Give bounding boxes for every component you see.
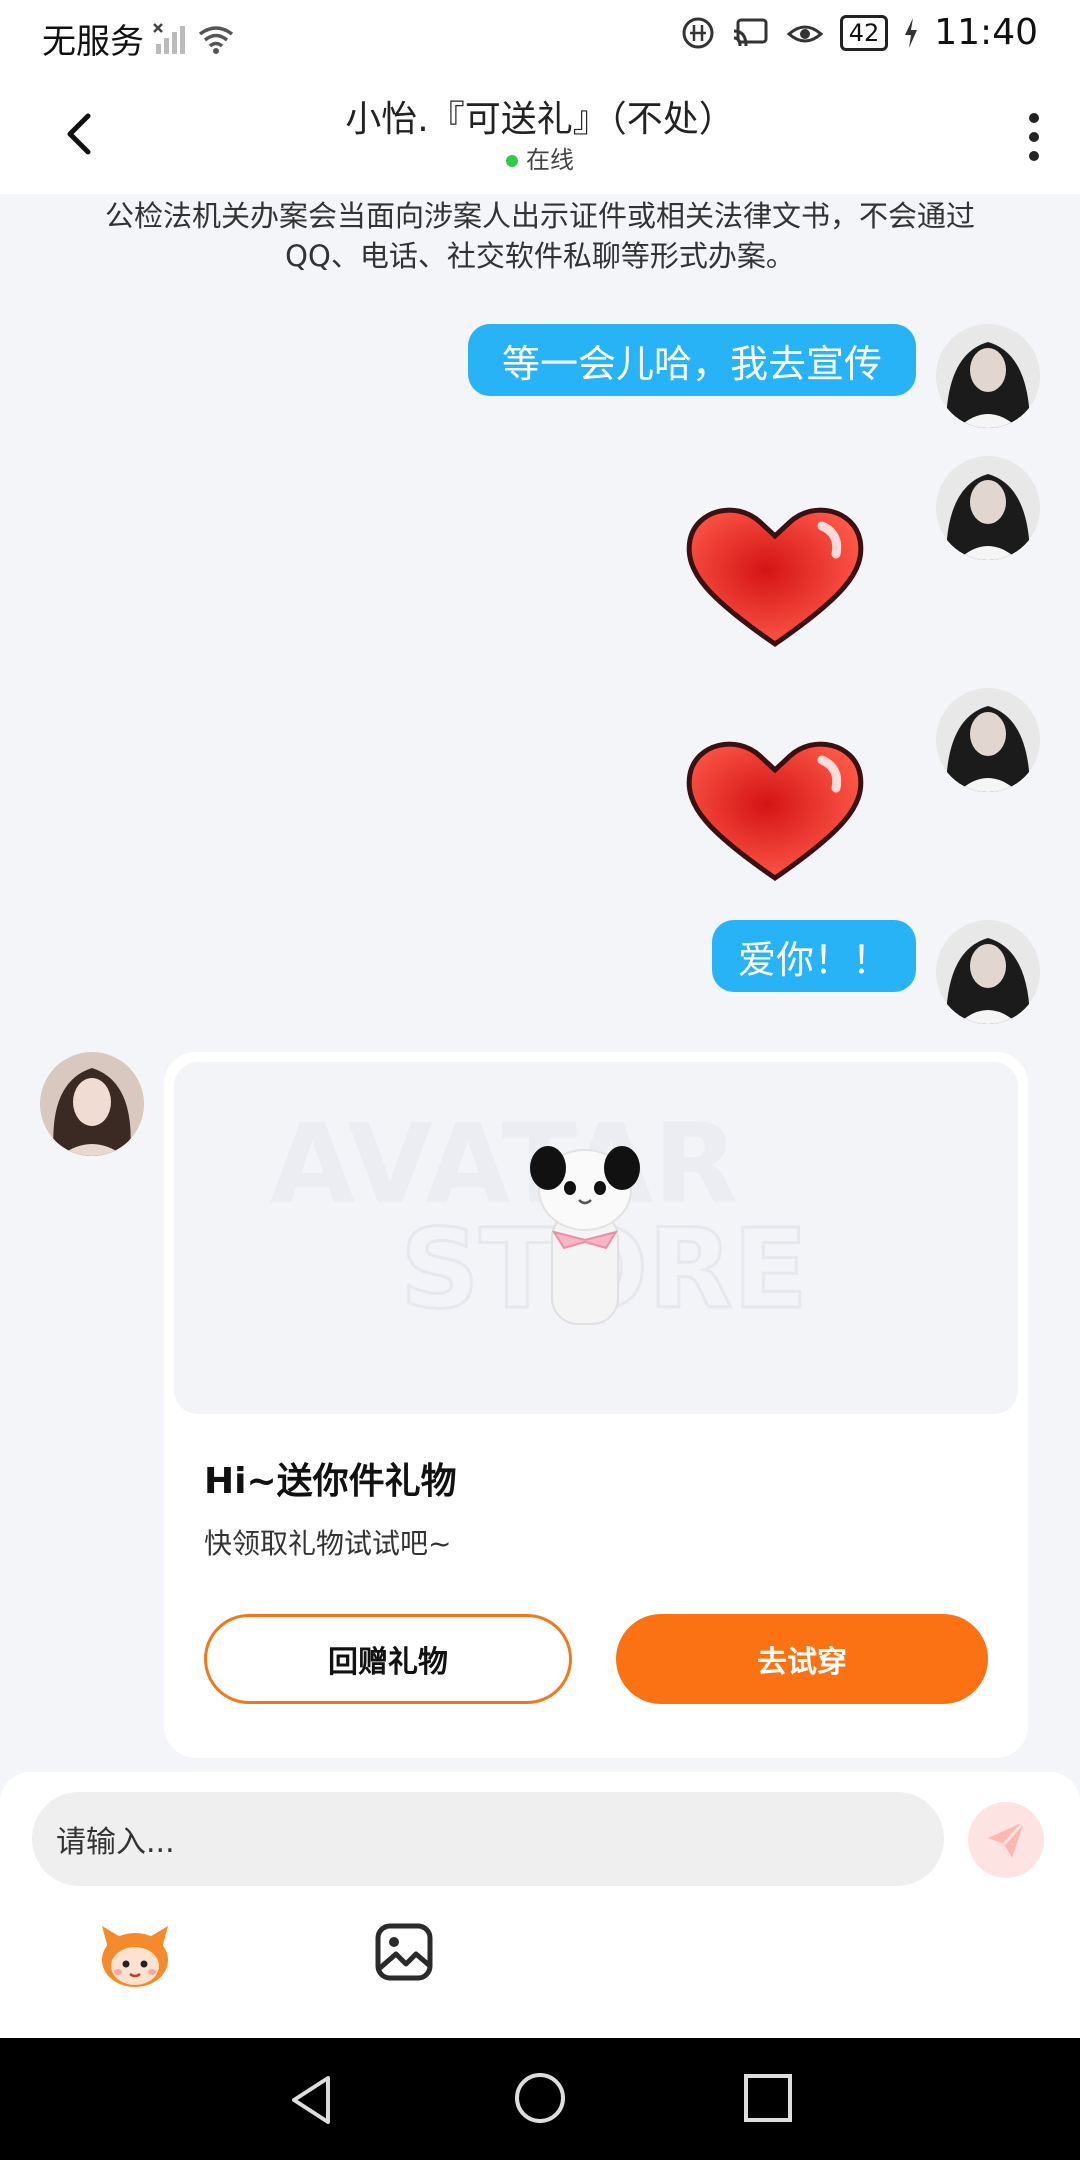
- status-bar: 无服务 42 11:40: [0, 0, 1080, 76]
- nav-recent-apps-icon[interactable]: [742, 2072, 794, 2124]
- online-status: 在线: [0, 140, 1080, 175]
- contact-avatar[interactable]: [40, 1052, 144, 1156]
- heart-sticker-icon[interactable]: [680, 728, 870, 888]
- message-bubble-text[interactable]: 爱你！！: [712, 920, 916, 992]
- more-options-icon[interactable]: [1024, 110, 1044, 164]
- eye-icon: [786, 25, 823, 42]
- chat-header: 小怡.『可送礼』（不处） 在线: [0, 76, 1080, 194]
- heart-sticker-icon[interactable]: [680, 494, 870, 654]
- online-dot-icon: [506, 155, 518, 167]
- no-signal-icon: [153, 22, 185, 54]
- sticker-avatar-icon[interactable]: [96, 1918, 174, 1990]
- message-bubble-text[interactable]: 等一会儿哈，我去宣传: [468, 324, 916, 396]
- battery-indicator: 42: [839, 14, 889, 51]
- cast-icon: [733, 18, 768, 46]
- send-icon: [988, 1820, 1026, 1858]
- contact-name: 小怡.『可送礼』（不处）: [345, 99, 735, 140]
- clock: 11:40: [934, 12, 1038, 53]
- message-composer: 请输入...: [0, 1772, 1080, 2038]
- my-avatar[interactable]: [936, 324, 1040, 428]
- my-avatar[interactable]: [936, 920, 1040, 1024]
- system-navigation-bar: [0, 2038, 1080, 2160]
- return-gift-button[interactable]: 回赠礼物: [204, 1614, 572, 1704]
- nav-home-icon[interactable]: [512, 2070, 568, 2126]
- data-saver-icon: [682, 17, 714, 48]
- wifi-icon: [198, 25, 234, 54]
- my-avatar[interactable]: [936, 688, 1040, 792]
- message-input[interactable]: 请输入...: [32, 1792, 944, 1886]
- gift-preview-image: AVATAR STORE: [174, 1062, 1018, 1414]
- security-notice: 公检法机关办案会当面向涉案人出示证件或相关法律文书，不会通过QQ、电话、社交软件…: [104, 199, 975, 273]
- gift-card-subtitle: 快领取礼物试试吧~: [204, 1527, 452, 1560]
- status-right: 42 11:40: [680, 12, 1038, 53]
- image-picker-icon[interactable]: [374, 1922, 434, 1982]
- gift-card[interactable]: AVATAR STORE Hi~送你件礼物 快领取礼物试试吧~ 回赠礼物 去试穿: [164, 1052, 1028, 1758]
- message-input-placeholder: 请输入...: [56, 1825, 175, 1860]
- status-left: 无服务: [42, 14, 236, 63]
- try-on-button[interactable]: 去试穿: [616, 1614, 988, 1704]
- online-status-text: 在线: [526, 146, 574, 174]
- my-avatar[interactable]: [936, 456, 1040, 560]
- gift-card-title: Hi~送你件礼物: [204, 1461, 457, 1502]
- charging-icon: [905, 17, 918, 48]
- nav-back-icon[interactable]: [284, 2072, 340, 2128]
- send-button[interactable]: [968, 1802, 1044, 1878]
- carrier-text: 无服务: [42, 22, 144, 62]
